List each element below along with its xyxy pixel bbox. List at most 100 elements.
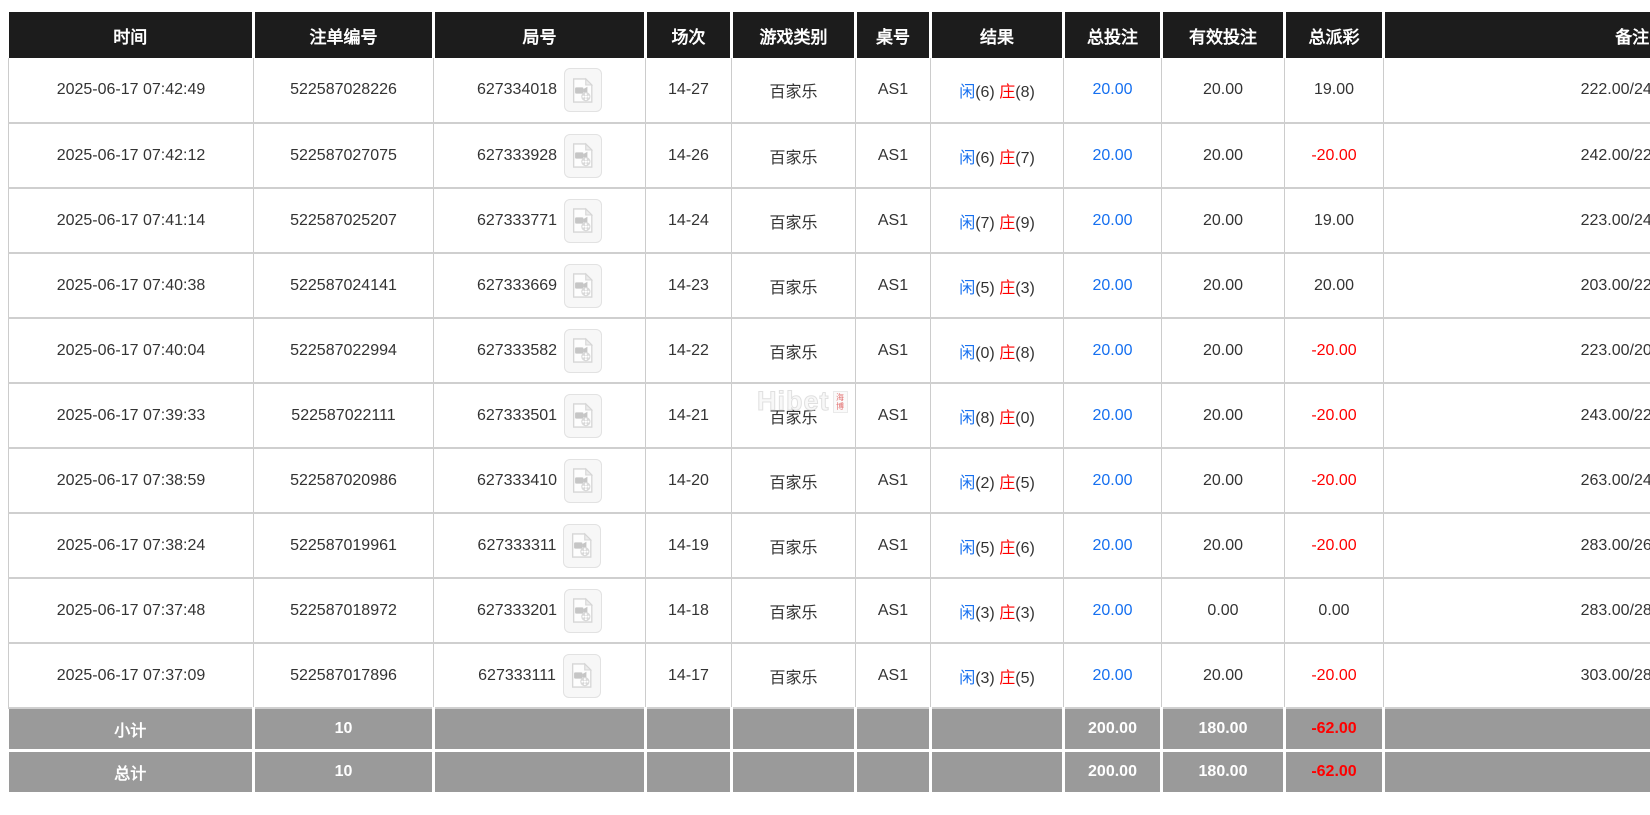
- video-replay-icon: [572, 337, 594, 364]
- player-label: 闲: [959, 605, 975, 622]
- payout-cell: -20.00: [1285, 383, 1384, 448]
- video-replay-button[interactable]: [564, 199, 602, 243]
- game-type-cell: 百家乐: [732, 318, 856, 383]
- player-label: 闲: [959, 540, 975, 557]
- grand-total-spacer: [931, 750, 1064, 792]
- col-header-round-no: 局号: [434, 12, 646, 58]
- remark-cell: 222.00/241.00: [1384, 58, 1650, 123]
- total-bet-cell: 20.00: [1064, 448, 1162, 513]
- banker-score: (8): [1015, 345, 1035, 362]
- valid-bet-cell: 20.00: [1162, 58, 1285, 123]
- subtotal-row: 小计 10 200.00 180.00 -62.00: [9, 708, 1650, 750]
- video-replay-button[interactable]: [563, 654, 601, 698]
- table-row: 2025-06-17 07:40:38 522587024141 6273336…: [9, 253, 1650, 318]
- table-no-cell: AS1: [856, 58, 931, 123]
- player-label: 闲: [959, 215, 975, 232]
- player-score: (0): [975, 345, 995, 362]
- session-cell: 14-18: [646, 578, 732, 643]
- banker-label: 庄: [999, 605, 1015, 622]
- subtotal-spacer: [931, 708, 1064, 750]
- table-no-cell: AS1: [856, 318, 931, 383]
- bet-no-cell: 522587017896: [254, 643, 434, 708]
- bet-no-cell: 522587028226: [254, 58, 434, 123]
- payout-cell: -20.00: [1285, 123, 1384, 188]
- video-replay-button[interactable]: [564, 394, 602, 438]
- valid-bet-cell: 20.00: [1162, 188, 1285, 253]
- video-replay-button[interactable]: [563, 524, 601, 568]
- banker-label: 庄: [999, 215, 1015, 232]
- round-no-cell: 627333111: [434, 643, 646, 708]
- video-replay-icon: [572, 142, 594, 169]
- total-bet-cell: 20.00: [1064, 643, 1162, 708]
- valid-bet-cell: 20.00: [1162, 448, 1285, 513]
- banker-score: (3): [1015, 280, 1035, 297]
- round-no-cell: 627333582: [434, 318, 646, 383]
- result-cell: 闲(7) 庄(9): [931, 188, 1064, 253]
- bet-no-cell: 522587020986: [254, 448, 434, 513]
- payout-cell: -20.00: [1285, 448, 1384, 513]
- time-cell: 2025-06-17 07:39:33: [9, 383, 254, 448]
- remark-cell: 303.00/283.00: [1384, 643, 1650, 708]
- col-header-bet-no: 注单编号: [254, 12, 434, 58]
- game-type-cell: 百家乐: [732, 643, 856, 708]
- grand-total-payout: -62.00: [1285, 750, 1384, 792]
- col-header-game-type: 游戏类别: [732, 12, 856, 58]
- video-replay-button[interactable]: [564, 68, 602, 112]
- valid-bet-cell: 20.00: [1162, 383, 1285, 448]
- grand-total-spacer: [732, 750, 856, 792]
- player-label: 闲: [959, 475, 975, 492]
- video-replay-button[interactable]: [564, 459, 602, 503]
- remark-cell: 283.00/283.00: [1384, 578, 1650, 643]
- player-score: (6): [975, 150, 995, 167]
- game-type-cell: 百家乐: [732, 58, 856, 123]
- round-no-cell: 627334018: [434, 58, 646, 123]
- banker-score: (8): [1015, 84, 1035, 101]
- table-row: 2025-06-17 07:42:12 522587027075 6273339…: [9, 123, 1650, 188]
- col-header-time: 时间: [9, 12, 254, 58]
- time-cell: 2025-06-17 07:40:38: [9, 253, 254, 318]
- result-cell: 闲(5) 庄(6): [931, 513, 1064, 578]
- table-row: 2025-06-17 07:37:09 522587017896 6273331…: [9, 643, 1650, 708]
- result-cell: 闲(6) 庄(7): [931, 123, 1064, 188]
- round-no-text: 627333669: [477, 277, 557, 295]
- video-replay-button[interactable]: [564, 264, 602, 308]
- table-no-cell: AS1: [856, 643, 931, 708]
- session-cell: 14-24: [646, 188, 732, 253]
- bet-no-cell: 522587027075: [254, 123, 434, 188]
- result-cell: 闲(0) 庄(8): [931, 318, 1064, 383]
- player-score: (3): [975, 670, 995, 687]
- banker-label: 庄: [999, 84, 1015, 101]
- payout-cell: 0.00: [1285, 578, 1384, 643]
- game-type-cell: 百家乐: [732, 253, 856, 318]
- video-replay-button[interactable]: [564, 134, 602, 178]
- table-row: 2025-06-17 07:41:14 522587025207 6273337…: [9, 188, 1650, 253]
- valid-bet-cell: 20.00: [1162, 318, 1285, 383]
- banker-score: (6): [1015, 540, 1035, 557]
- round-no-text: 627333111: [478, 667, 556, 685]
- time-cell: 2025-06-17 07:37:09: [9, 643, 254, 708]
- round-no-text: 627333582: [477, 342, 557, 360]
- round-no-cell: 627333771: [434, 188, 646, 253]
- banker-score: (5): [1015, 670, 1035, 687]
- video-replay-icon: [572, 272, 594, 299]
- valid-bet-cell: 0.00: [1162, 578, 1285, 643]
- player-label: 闲: [959, 410, 975, 427]
- banker-score: (0): [1015, 410, 1035, 427]
- grand-total-label: 总计: [9, 750, 254, 792]
- banker-score: (5): [1015, 475, 1035, 492]
- col-header-remark: 备注: [1384, 12, 1650, 58]
- player-label: 闲: [959, 150, 975, 167]
- video-replay-button[interactable]: [564, 589, 602, 633]
- table-row: 2025-06-17 07:40:04 522587022994 6273335…: [9, 318, 1650, 383]
- result-cell: 闲(3) 庄(3): [931, 578, 1064, 643]
- total-bet-cell: 20.00: [1064, 513, 1162, 578]
- banker-label: 庄: [999, 150, 1015, 167]
- table-no-cell: AS1: [856, 578, 931, 643]
- video-replay-button[interactable]: [564, 329, 602, 373]
- remark-cell: 283.00/263.00: [1384, 513, 1650, 578]
- bet-no-cell: 522587022111: [254, 383, 434, 448]
- table-footer: 小计 10 200.00 180.00 -62.00 总计 10: [9, 708, 1650, 792]
- grand-total-spacer: [646, 750, 732, 792]
- grand-total-valid-bet: 180.00: [1162, 750, 1285, 792]
- remark-cell: 223.00/203.00: [1384, 318, 1650, 383]
